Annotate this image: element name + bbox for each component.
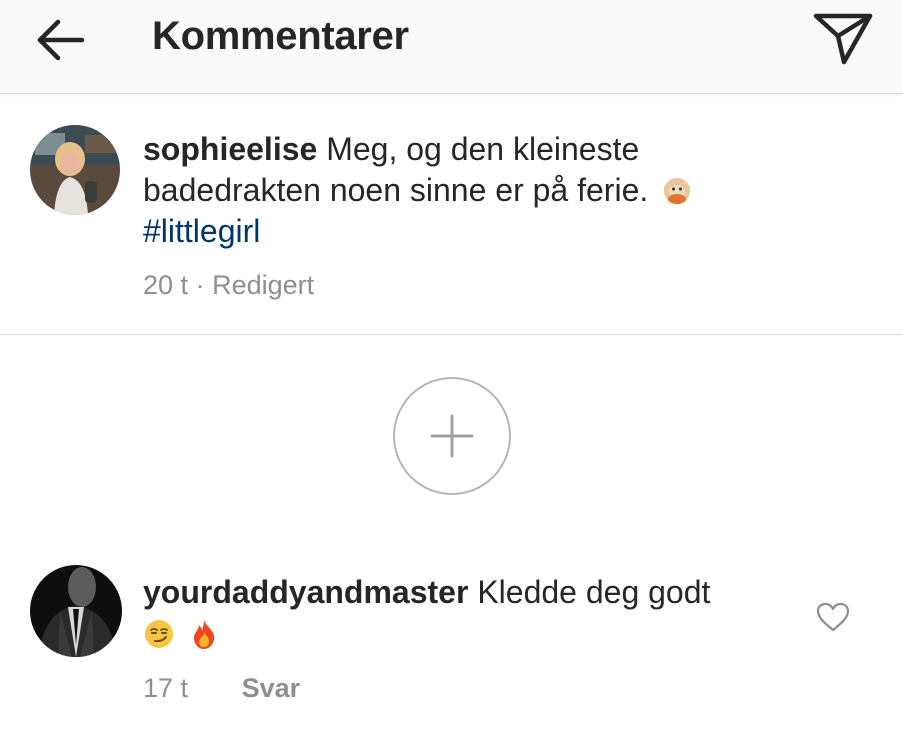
comment-username[interactable]: yourdaddyandmaster (143, 574, 468, 610)
post-caption: sophieelise Meg, og den kleineste badedr… (0, 95, 903, 335)
speak-no-evil-monkey-icon (664, 178, 691, 204)
like-button[interactable] (815, 601, 851, 633)
comment-text: yourdaddyandmaster Kledde deg godt (143, 572, 783, 654)
fire-icon (193, 620, 214, 649)
caption-meta: 20 t · Redigert (143, 270, 314, 301)
hashtag-link[interactable]: #littlegirl (143, 213, 260, 249)
paper-plane-icon (813, 13, 873, 65)
caption-username[interactable]: sophieelise (143, 131, 317, 167)
comment-body: Kledde deg godt (477, 574, 711, 610)
avatar[interactable] (30, 125, 120, 215)
share-button[interactable] (808, 6, 874, 66)
avatar[interactable] (30, 565, 122, 657)
heart-outline-icon (816, 602, 850, 632)
comment-meta: 17 t Svar (143, 673, 300, 704)
edited-label: Redigert (212, 270, 315, 300)
smirk-face-icon (145, 620, 173, 648)
comment-timestamp: 17 t (143, 673, 189, 703)
reply-button[interactable]: Svar (242, 673, 301, 703)
load-more-comments-button[interactable] (393, 377, 511, 495)
page-title: Kommentarer (152, 14, 409, 58)
header-bar: Kommentarer (0, 0, 903, 94)
comment-item: yourdaddyandmaster Kledde deg godt 17 t … (0, 545, 903, 750)
plus-circle-icon (430, 414, 474, 458)
caption-text: sophieelise Meg, og den kleineste badedr… (143, 129, 783, 252)
caption-timestamp: 20 t (143, 270, 189, 300)
meta-separator: · (195, 270, 205, 300)
back-button[interactable] (30, 14, 90, 66)
arrow-left-icon (37, 19, 85, 61)
